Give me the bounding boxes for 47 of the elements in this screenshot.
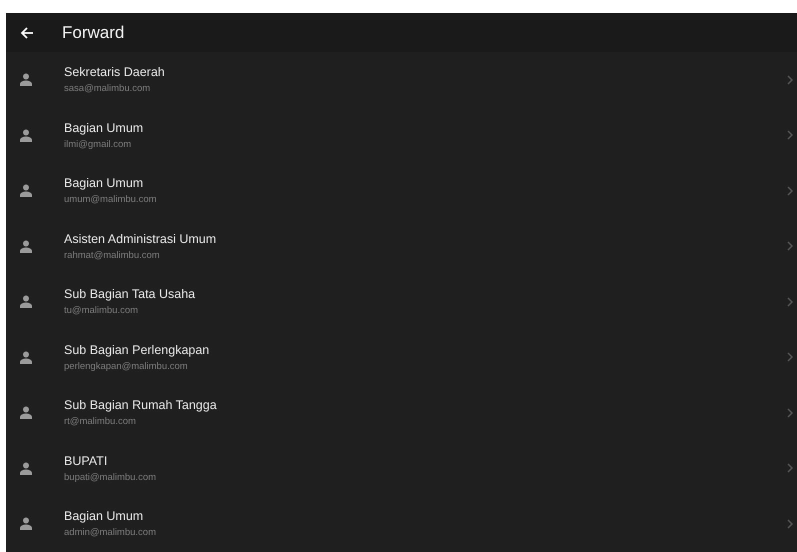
- contact-name: Sub Bagian Tata Usaha: [64, 287, 196, 302]
- contact-name: Sub Bagian Rumah Tangga: [64, 398, 217, 412]
- person-icon: [20, 462, 32, 475]
- contact-row[interactable]: Sekretaris Daerah sasa@malimbu.com: [6, 52, 797, 108]
- contact-row[interactable]: Bagian Umum ilmi@gmail.com: [6, 108, 797, 163]
- contact-email: umum@malimbu.com: [64, 194, 157, 206]
- person-icon: [20, 128, 32, 142]
- chevron-right-icon: [787, 241, 793, 252]
- chevron-right-icon: [787, 463, 793, 474]
- contact-row[interactable]: Sub Bagian Tata Usaha tu@malimbu.com: [6, 274, 797, 330]
- contact-email: admin@malimbu.com: [64, 527, 156, 538]
- contact-name: Sub Bagian Perlengkapan: [64, 342, 210, 357]
- chevron-right-icon: [787, 408, 793, 418]
- contact-row[interactable]: Bagian Umum admin@malimbu.com: [6, 496, 797, 552]
- contact-row[interactable]: Sub Bagian Perlengkapan perlengkapan@malimbu.com: [6, 330, 797, 385]
- screen-title: Forward: [62, 22, 124, 42]
- person-icon: [20, 295, 32, 308]
- contact-email: rt@malimbu.com: [64, 416, 136, 428]
- contact-email: ilmi@gmail.com: [64, 138, 132, 150]
- chevron-right-icon: [787, 518, 793, 529]
- back-button[interactable]: [20, 26, 34, 40]
- person-icon: [20, 350, 32, 364]
- person-icon: [20, 517, 32, 530]
- person-icon: [20, 73, 32, 86]
- contact-email: sasa@malimbu.com: [64, 83, 150, 94]
- person-icon: [20, 406, 32, 420]
- contact-name: Sekretaris Daerah: [64, 65, 165, 80]
- chevron-right-icon: [787, 296, 793, 307]
- contact-email: bupati@malimbu.com: [64, 472, 156, 483]
- contact-name: Asisten Administrasi Umum: [64, 232, 216, 246]
- contact-email: tu@malimbu.com: [64, 305, 138, 316]
- contact-name: Bagian Umum: [64, 176, 144, 190]
- chevron-right-icon: [787, 74, 793, 85]
- contact-name: Bagian Umum: [64, 509, 144, 524]
- contact-row[interactable]: Asisten Administrasi Umum rahmat@malimbu.com: [6, 218, 797, 274]
- chevron-right-icon: [787, 352, 793, 362]
- contact-email: rahmat@malimbu.com: [64, 250, 160, 261]
- contact-name: BUPATI: [64, 454, 108, 468]
- contact-row[interactable]: Sub Bagian Rumah Tangga rt@malimbu.com: [6, 385, 797, 440]
- contact-name: Bagian Umum: [64, 120, 144, 135]
- person-icon: [20, 184, 32, 198]
- contact-email: perlengkapan@malimbu.com: [64, 360, 188, 372]
- contact-row[interactable]: BUPATI bupati@malimbu.com: [6, 440, 797, 496]
- person-icon: [20, 240, 32, 253]
- chevron-right-icon: [787, 130, 793, 140]
- chevron-right-icon: [787, 186, 793, 196]
- contact-row[interactable]: Bagian Umum umum@malimbu.com: [6, 163, 797, 218]
